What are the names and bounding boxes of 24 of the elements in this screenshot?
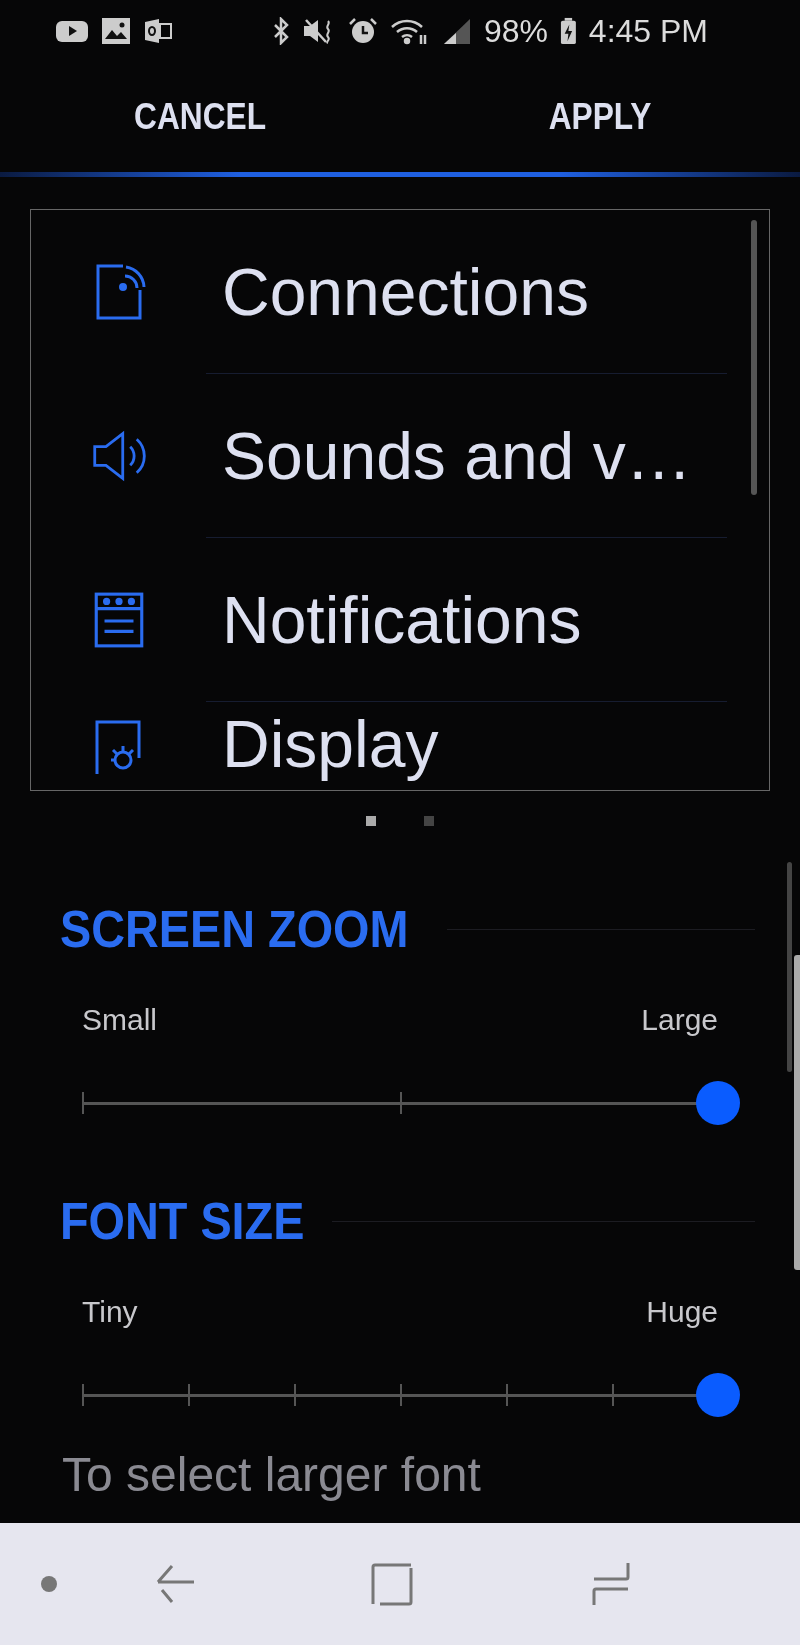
- min-label: Tiny: [82, 1295, 138, 1330]
- bluetooth-icon: [272, 17, 290, 45]
- max-label: Large: [641, 1003, 718, 1038]
- battery-percentage: 98%: [484, 12, 549, 50]
- signal-icon: [442, 17, 472, 45]
- max-label: Huge: [646, 1295, 718, 1330]
- scroll-handle[interactable]: [794, 955, 800, 1270]
- gallery-icon: [101, 17, 131, 45]
- slider-thumb[interactable]: [696, 1081, 740, 1125]
- back-icon[interactable]: [154, 1562, 196, 1606]
- section-heading: SCREEN ZOOM: [60, 899, 409, 959]
- min-label: Small: [82, 1003, 157, 1038]
- clock-time: 4:45 PM: [588, 12, 708, 50]
- alarm-icon: [348, 17, 378, 45]
- recent-apps-icon[interactable]: [590, 1561, 632, 1607]
- section-heading: FONT SIZE: [60, 1191, 305, 1251]
- hint-text: To select larger font: [62, 1447, 482, 1503]
- battery-charging-icon: [560, 17, 577, 45]
- home-icon[interactable]: [370, 1562, 414, 1606]
- apply-button[interactable]: APPLY: [424, 62, 776, 172]
- mail-app-icon: [143, 17, 173, 45]
- cancel-button[interactable]: CANCEL: [24, 62, 376, 172]
- slider-thumb[interactable]: [696, 1373, 740, 1417]
- dot-icon[interactable]: [40, 1575, 58, 1593]
